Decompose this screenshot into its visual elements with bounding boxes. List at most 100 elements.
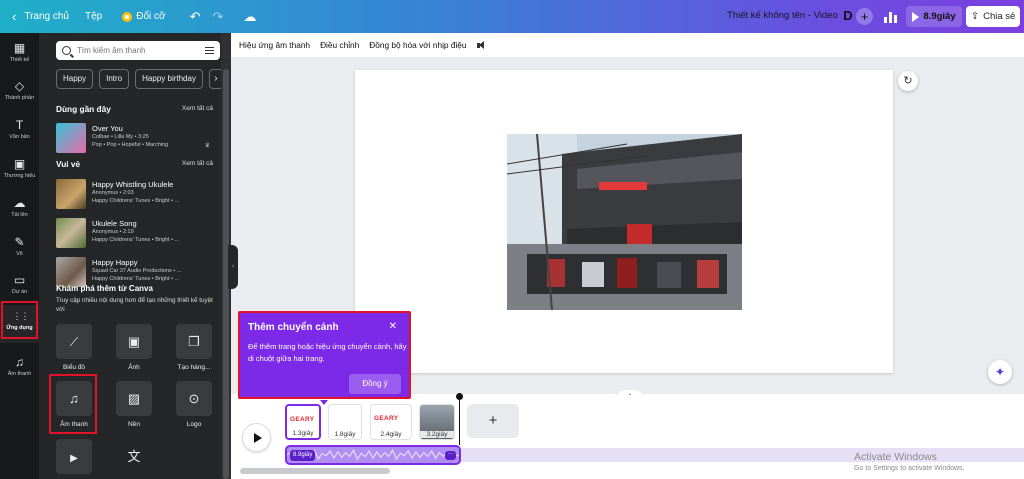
app-label: Nền xyxy=(128,421,140,428)
transition-tooltip: Thêm chuyển cảnh ✕ Để thêm trang hoặc hi… xyxy=(238,311,411,399)
app-translate[interactable]: 文 xyxy=(116,439,152,474)
add-collaborator-button[interactable]: + xyxy=(856,8,873,25)
resize-label: Đổi cỡ xyxy=(136,11,166,22)
track-title: Ukulele Song xyxy=(92,219,137,228)
copy-icon: ❐ xyxy=(188,334,200,349)
track-thumbnail xyxy=(56,218,86,248)
translate-icon: 文 xyxy=(127,449,141,464)
image-icon: ▣ xyxy=(127,334,141,349)
timeline-clip[interactable]: GEARY 1.3giây xyxy=(285,404,321,440)
insights-icon[interactable] xyxy=(880,7,900,25)
track-artist: Colbae • Lilla My • 3:25 xyxy=(92,134,149,140)
search-icon xyxy=(62,46,71,55)
chevron-right-icon[interactable]: › xyxy=(208,69,221,89)
clip-duration: 3.2giây xyxy=(420,431,454,438)
crown-icon xyxy=(122,11,133,22)
magic-sparkle-icon[interactable]: ✦ xyxy=(988,360,1012,384)
layout-icon: ▦ xyxy=(13,41,26,55)
list-item[interactable]: Ukulele Song Anonymus • 2:19 Happy Child… xyxy=(56,218,221,252)
fun-heading: Vui vẻ xyxy=(56,159,81,169)
recent-heading: Dùng gần đây xyxy=(56,104,111,114)
track-title: Over You xyxy=(92,124,123,133)
beat-sync-button[interactable]: Đồng bộ hóa với nhịp điệu xyxy=(369,40,466,50)
store-photo[interactable] xyxy=(507,134,742,310)
list-item[interactable]: Over You Colbae • Lilla My • 3:25 Pop • … xyxy=(56,123,221,157)
track-thumbnail xyxy=(56,257,86,287)
activation-title: Activate Windows xyxy=(854,451,937,463)
rail-item-draw[interactable]: ✎ Vẽ xyxy=(0,231,39,269)
agree-button[interactable]: Đồng ý xyxy=(349,374,401,394)
playhead[interactable] xyxy=(456,393,463,445)
see-all-recent-link[interactable]: Xem tất cả xyxy=(182,105,213,112)
more-options-icon[interactable]: ··· xyxy=(445,451,456,460)
audio-clip[interactable]: 8.9giây ··· xyxy=(285,445,461,465)
avatar[interactable]: D xyxy=(840,8,856,24)
home-button[interactable]: ‹ Trang chủ xyxy=(12,9,69,24)
tooltip-body: Để thêm trang hoặc hiệu ứng chuyển cảnh,… xyxy=(248,342,407,363)
editor-toolbar: Hiệu ứng âm thanh Điều chỉnh Đồng bộ hóa… xyxy=(231,33,1024,57)
app-duplicate[interactable]: ❐ xyxy=(176,324,212,359)
logo-icon: ⊙ xyxy=(188,391,200,406)
rail-item-design[interactable]: ▦ Thiết kế xyxy=(0,37,39,75)
audio-effects-button[interactable]: Hiệu ứng âm thanh xyxy=(239,40,310,50)
filter-icon[interactable] xyxy=(205,46,214,55)
resize-button[interactable]: Đổi cỡ xyxy=(122,11,166,22)
clip-duration: 2.4giây xyxy=(380,431,402,438)
cloud-save-icon[interactable]: ☁ xyxy=(243,9,256,25)
timeline-clip[interactable]: GEARY 2.4giây xyxy=(370,404,412,440)
share-button[interactable]: ⇪ Chia sẻ xyxy=(966,6,1020,27)
highlight-audio-app xyxy=(49,374,97,434)
track-thumbnail xyxy=(56,123,86,153)
design-title[interactable]: Thiết kế không tên - Video xyxy=(727,10,838,21)
app-charts[interactable]: ⟋ xyxy=(56,324,92,359)
rail-label: Thiết kế xyxy=(9,57,30,63)
see-all-fun-link[interactable]: Xem tất cả xyxy=(182,160,213,167)
undo-icon[interactable]: ↶ xyxy=(190,9,201,25)
track-artist: Squad Car 37 Audio Productions • ... xyxy=(92,268,182,274)
refresh-icon[interactable]: ↻ xyxy=(898,71,918,91)
chevron-left-icon: ‹ xyxy=(12,9,17,24)
chip-happy[interactable]: Happy xyxy=(56,69,94,89)
left-rail: ▦ Thiết kế ◇ Thành phần T Văn bản ▣ Thươ… xyxy=(0,33,39,479)
collapse-panel-button[interactable]: ‹ xyxy=(228,245,238,289)
track-genres: Happy Childrens' Tunes • Bright • ... xyxy=(92,198,180,204)
rail-item-text[interactable]: T Văn bản xyxy=(0,114,39,152)
add-page-button[interactable]: + xyxy=(467,404,519,438)
redo-icon[interactable]: ↷ xyxy=(212,9,223,25)
app-logo[interactable]: ⊙ xyxy=(176,381,212,416)
search-box[interactable] xyxy=(56,41,220,60)
close-icon[interactable]: ✕ xyxy=(389,321,397,332)
clip-logo: GEARY xyxy=(290,416,315,423)
timeline-clip[interactable]: 3.2giây xyxy=(419,404,455,440)
volume-icon[interactable] xyxy=(476,40,486,50)
upload-icon: ☁ xyxy=(13,196,26,210)
explore-heading: Khám phá thêm từ Canva xyxy=(56,284,153,293)
audio-duration-badge: 8.9giây xyxy=(290,450,316,461)
list-item[interactable]: Happy Whistling Ukulele Anonymus • 2:03 … xyxy=(56,179,221,213)
share-label: Chia sẻ xyxy=(983,11,1016,22)
rail-item-audio[interactable]: ♫ Âm thanh xyxy=(0,351,39,389)
timeline-toggle-handle[interactable]: ⌄ xyxy=(617,390,643,398)
rail-item-elements[interactable]: ◇ Thành phần xyxy=(0,75,39,113)
timeline-scrollbar[interactable] xyxy=(240,468,390,474)
play-preview-button[interactable]: 8.9giây xyxy=(906,6,962,27)
adjust-button[interactable]: Điều chỉnh xyxy=(320,40,359,50)
search-input[interactable] xyxy=(77,46,195,55)
background-icon: ▨ xyxy=(127,391,141,406)
timeline-clip[interactable]: 1.8giây xyxy=(328,404,362,440)
file-menu[interactable]: Tệp xyxy=(85,11,102,22)
timeline-play-button[interactable] xyxy=(242,423,271,452)
rail-label: Thương hiệu xyxy=(3,173,36,179)
chip-intro[interactable]: Intro xyxy=(99,69,130,89)
draw-icon: ✎ xyxy=(14,235,25,249)
chip-happy-birthday[interactable]: Happy birthday xyxy=(135,69,203,89)
brand-icon: ▣ xyxy=(13,157,26,171)
app-backgrounds[interactable]: ▨ xyxy=(116,381,152,416)
explore-description: Truy cập nhiều nội dung hơn để tạo những… xyxy=(56,297,213,313)
app-video[interactable]: ▶ xyxy=(56,439,92,474)
rail-item-brand[interactable]: ▣ Thương hiệu xyxy=(0,153,39,191)
rail-label: Văn bản xyxy=(9,134,30,140)
app-photos[interactable]: ▣ xyxy=(116,324,152,359)
rail-item-uploads[interactable]: ☁ Tải lên xyxy=(0,192,39,230)
track-genres: Happy Childrens' Tunes • Bright • ... xyxy=(92,237,180,243)
